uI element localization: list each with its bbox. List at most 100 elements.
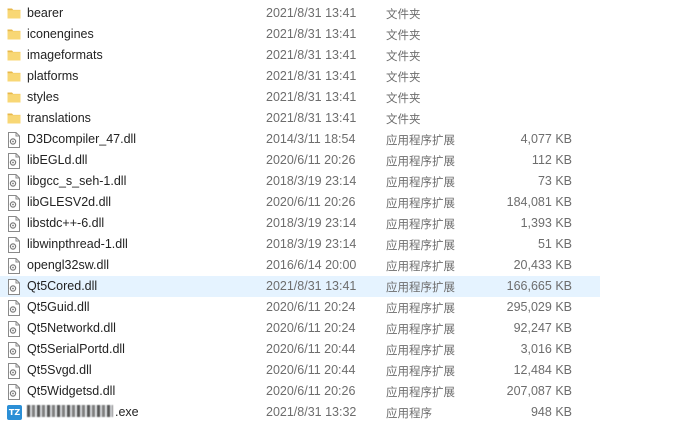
- file-type: 应用程序扩展: [386, 175, 455, 189]
- file-name: Qt5Guid.dll: [27, 300, 90, 314]
- file-row[interactable]: libEGLd.dll 2020/6/11 20:26 应用程序扩展 112 KB: [0, 150, 600, 171]
- file-name-text: libstdc++-6.dll: [27, 216, 105, 230]
- file-name-text: Qt5SerialPortd.dll: [27, 342, 125, 356]
- dll-file-icon: [7, 216, 21, 232]
- file-row[interactable]: libGLESV2d.dll 2020/6/11 20:26 应用程序扩展 184,0…: [0, 192, 600, 213]
- file-name-text: Qt5Widgetsd.dll: [27, 384, 116, 398]
- file-type: 应用程序扩展: [386, 154, 455, 168]
- file-name-text: styles: [27, 90, 59, 104]
- folder-row[interactable]: imageformats 2021/8/31 13:41 文件夹: [0, 45, 600, 66]
- file-name: styles: [27, 90, 59, 104]
- file-size: 948 KB: [530, 405, 572, 419]
- file-row[interactable]: Qt5SerialPortd.dll 2020/6/11 20:44 应用程序扩展 3…: [0, 339, 600, 360]
- file-type: 应用程序扩展: [386, 385, 455, 399]
- dll-file-icon: [7, 153, 21, 169]
- dll-file-icon: [7, 300, 21, 316]
- exe-app-icon: TZ: [7, 405, 22, 421]
- modified-date: 2020/6/11 20:24: [266, 321, 356, 335]
- folder-row[interactable]: platforms 2021/8/31 13:41 文件夹: [0, 66, 600, 87]
- dll-file-icon: [7, 342, 21, 358]
- file-name-text: platforms: [27, 69, 79, 83]
- folder-icon: [7, 111, 21, 127]
- file-name-text: bearer: [27, 6, 64, 20]
- file-name-text: Qt5Networkd.dll: [27, 321, 116, 335]
- dll-file-icon: [7, 237, 21, 253]
- file-size: 3,016 KB: [520, 342, 572, 356]
- file-row[interactable]: D3Dcompiler_47.dll 2014/3/11 18:54 应用程序扩展 4…: [0, 129, 600, 150]
- file-name-text: translations: [27, 111, 91, 125]
- dll-file-icon: [7, 321, 21, 337]
- modified-date: 2021/8/31 13:41: [266, 90, 357, 104]
- modified-date: 2021/8/31 13:32: [266, 405, 357, 419]
- file-name: platforms: [27, 69, 78, 83]
- file-size: 166,665 KB: [506, 279, 572, 293]
- modified-date: 2018/3/19 23:14: [266, 216, 357, 230]
- file-row[interactable]: TZ .exe 2021/8/31 13:32 应用程序 948 KB: [0, 402, 600, 423]
- file-name: libGLESV2d.dll: [27, 195, 111, 209]
- file-name-text: libgcc_s_seh-1.dll: [27, 174, 127, 188]
- exe-badge: TZ: [7, 405, 22, 420]
- dll-file-icon: [7, 195, 21, 211]
- folder-row[interactable]: bearer 2021/8/31 13:41 文件夹: [0, 3, 600, 24]
- modified-date: 2020/6/11 20:26: [266, 195, 356, 209]
- file-name: libgcc_s_seh-1.dll: [27, 174, 126, 188]
- file-size: 51 KB: [537, 237, 572, 251]
- modified-date: 2020/6/11 20:44: [266, 342, 356, 356]
- modified-date: 2014/3/11 18:54: [266, 132, 356, 146]
- modified-date: 2021/8/31 13:41: [266, 279, 357, 293]
- modified-date: 2020/6/11 20:24: [266, 300, 356, 314]
- file-size: 92,247 KB: [513, 321, 572, 335]
- file-size: 4,077 KB: [520, 132, 572, 146]
- dll-file-icon: [7, 174, 21, 190]
- file-type: 应用程序扩展: [386, 238, 455, 252]
- file-size: 112 KB: [531, 153, 572, 167]
- file-type: 应用程序扩展: [386, 364, 455, 378]
- modified-date: 2021/8/31 13:41: [266, 6, 357, 20]
- dll-file-icon: [7, 258, 21, 274]
- file-type: 应用程序扩展: [386, 343, 455, 357]
- file-name-text: opengl32sw.dll: [27, 258, 110, 272]
- file-row[interactable]: libwinpthread-1.dll 2018/3/19 23:14 应用程序扩展…: [0, 234, 600, 255]
- file-name: Qt5SerialPortd.dll: [27, 342, 125, 356]
- file-type: 应用程序扩展: [386, 217, 455, 231]
- file-row[interactable]: Qt5Cored.dll 2021/8/31 13:41 应用程序扩展 166,665…: [0, 276, 600, 297]
- folder-row[interactable]: iconengines 2021/8/31 13:41 文件夹: [0, 24, 600, 45]
- file-size: 207,087 KB: [506, 384, 572, 398]
- file-size: 295,029 KB: [506, 300, 572, 314]
- file-row[interactable]: libstdc++-6.dll 2018/3/19 23:14 应用程序扩展 1,39…: [0, 213, 600, 234]
- modified-date: 2021/8/31 13:41: [266, 48, 357, 62]
- file-row[interactable]: Qt5Networkd.dll 2020/6/11 20:24 应用程序扩展 92,2…: [0, 318, 600, 339]
- modified-date: 2020/6/11 20:26: [266, 153, 356, 167]
- file-size: 1,393 KB: [520, 216, 572, 230]
- folder-row[interactable]: translations 2021/8/31 13:41 文件夹: [0, 108, 600, 129]
- redacted-name-blur: [27, 405, 113, 417]
- file-type: 文件夹: [386, 70, 421, 84]
- file-type: 应用程序扩展: [386, 196, 455, 210]
- file-name: libwinpthread-1.dll: [27, 237, 128, 251]
- file-name: Qt5Widgetsd.dll: [27, 384, 115, 398]
- file-size: 73 KB: [537, 174, 572, 188]
- file-name: .exe: [27, 405, 139, 419]
- modified-date: 2018/3/19 23:14: [266, 174, 357, 188]
- file-name: Qt5Networkd.dll: [27, 321, 116, 335]
- file-name-text: Qt5Cored.dll: [27, 279, 98, 293]
- dll-file-icon: [7, 384, 21, 400]
- file-row[interactable]: Qt5Svgd.dll 2020/6/11 20:44 应用程序扩展 12,484 K…: [0, 360, 600, 381]
- file-name: imageformats: [27, 48, 103, 62]
- file-type: 文件夹: [386, 28, 421, 42]
- folder-icon: [7, 48, 21, 64]
- file-row[interactable]: libgcc_s_seh-1.dll 2018/3/19 23:14 应用程序扩展 7…: [0, 171, 600, 192]
- file-type: 应用程序: [386, 406, 432, 420]
- folder-row[interactable]: styles 2021/8/31 13:41 文件夹: [0, 87, 600, 108]
- file-row[interactable]: opengl32sw.dll 2016/6/14 20:00 应用程序扩展 20,43…: [0, 255, 600, 276]
- file-row[interactable]: Qt5Widgetsd.dll 2020/6/11 20:26 应用程序扩展 207,…: [0, 381, 600, 402]
- modified-date: 2021/8/31 13:41: [266, 27, 357, 41]
- folder-icon: [7, 69, 21, 85]
- file-type: 应用程序扩展: [386, 322, 455, 336]
- file-row[interactable]: Qt5Guid.dll 2020/6/11 20:24 应用程序扩展 295,029 …: [0, 297, 600, 318]
- file-name: D3Dcompiler_47.dll: [27, 132, 136, 146]
- file-name-text: libwinpthread-1.dll: [27, 237, 128, 251]
- folder-icon: [7, 27, 21, 43]
- file-type: 文件夹: [386, 91, 421, 105]
- modified-date: 2018/3/19 23:14: [266, 237, 357, 251]
